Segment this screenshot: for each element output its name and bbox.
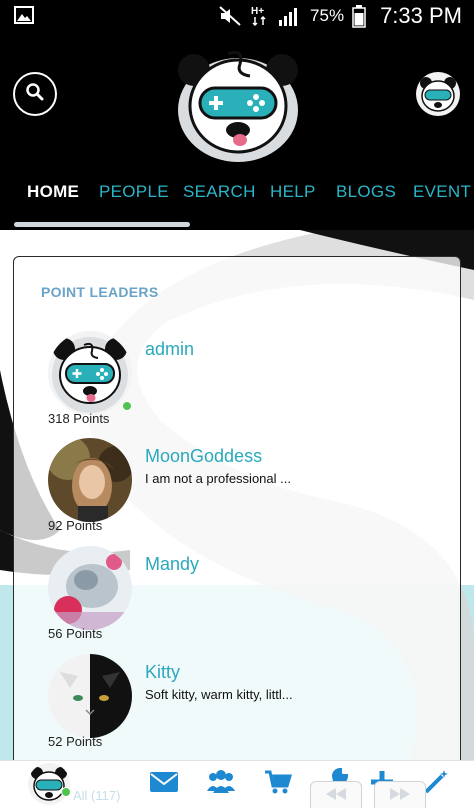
app-header: HOME PEOPLE SEARCH HELP BLOGS EVENT	[0, 32, 474, 230]
user-avatar[interactable]	[416, 72, 460, 116]
mail-icon[interactable]	[148, 767, 180, 797]
point-leaders-title: POINT LEADERS	[41, 284, 159, 300]
leader-avatar-moongoddess[interactable]	[48, 438, 132, 522]
cart-icon[interactable]	[262, 767, 294, 797]
active-tab-indicator	[14, 222, 190, 227]
hplus-data-icon: H+	[250, 4, 270, 28]
leader-status: I am not a professional ...	[145, 471, 291, 486]
nav-help[interactable]: HELP	[270, 182, 316, 202]
battery-icon	[352, 4, 366, 28]
clock: 7:33 PM	[380, 3, 462, 28]
leader-avatar-kitty[interactable]	[48, 654, 132, 738]
leader-name[interactable]: Mandy	[145, 554, 199, 575]
people-icon[interactable]	[205, 767, 237, 797]
leader-points: 318 Points	[48, 411, 110, 426]
fast-forward-icon	[388, 787, 412, 806]
nav-home[interactable]: HOME	[27, 182, 79, 202]
status-bar: H+ 75% 7:33 PM	[0, 0, 474, 32]
mute-icon	[218, 5, 242, 27]
leader-points: 92 Points	[48, 518, 103, 533]
leader-item[interactable]: 92 Points MoonGoddess I am not a profess…	[14, 438, 462, 538]
main-nav: HOME PEOPLE SEARCH HELP BLOGS EVENT	[0, 182, 474, 208]
leader-avatar-mandy[interactable]	[48, 546, 132, 630]
rewind-button[interactable]	[310, 781, 362, 808]
svg-text:H+: H+	[251, 6, 264, 17]
leader-item[interactable]: 56 Points Mandy	[14, 546, 462, 646]
panda-gamepad-logo[interactable]	[172, 40, 304, 166]
leader-name[interactable]: Kitty	[145, 662, 180, 683]
online-indicator	[61, 787, 71, 797]
bottom-toolbar: All (117)	[0, 760, 474, 808]
rewind-icon	[324, 787, 348, 806]
leader-item[interactable]: 318 Points admin	[14, 331, 462, 431]
leader-name[interactable]: admin	[145, 339, 194, 360]
battery-percent: 75%	[310, 6, 345, 25]
main-content: POINT LEADERS 318 Points admin 92 Points…	[0, 230, 474, 760]
search-button[interactable]	[13, 72, 57, 116]
fast-forward-button[interactable]	[374, 781, 426, 808]
leader-avatar-admin[interactable]	[48, 331, 132, 415]
image-icon	[14, 6, 34, 24]
online-indicator	[122, 401, 132, 411]
signal-icon	[278, 5, 302, 27]
nav-blogs[interactable]: BLOGS	[336, 182, 396, 202]
leader-points: 56 Points	[48, 626, 103, 641]
leader-name[interactable]: MoonGoddess	[145, 446, 262, 467]
point-leaders-card: POINT LEADERS 318 Points admin 92 Points…	[13, 256, 461, 760]
search-icon	[25, 82, 45, 107]
nav-people[interactable]: PEOPLE	[99, 182, 169, 202]
leader-item[interactable]: 52 Points Kitty Soft kitty, warm kitty, …	[14, 654, 462, 754]
my-avatar[interactable]	[28, 763, 70, 805]
nav-event[interactable]: EVENT	[413, 182, 471, 202]
leader-points: 52 Points	[48, 734, 103, 749]
leader-status: Soft kitty, warm kitty, littl...	[145, 687, 293, 702]
online-count[interactable]: All (117)	[73, 788, 120, 803]
nav-search[interactable]: SEARCH	[183, 182, 256, 202]
